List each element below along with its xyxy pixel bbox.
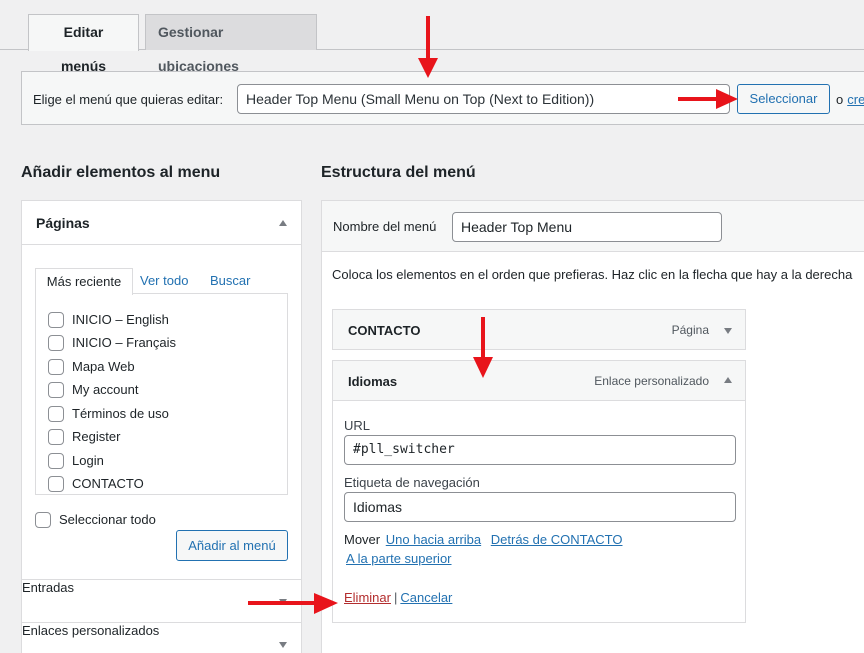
list-item-label: Términos de uso: [72, 406, 169, 421]
collapse-arrow-icon[interactable]: [724, 377, 732, 383]
menu-item-type: Página: [671, 323, 709, 337]
expand-arrow-icon[interactable]: [279, 642, 287, 648]
custom-links-box[interactable]: Enlaces personalizados: [21, 622, 302, 653]
tab-manage-locations[interactable]: Gestionar ubicaciones: [145, 14, 317, 74]
tab-view-all[interactable]: Ver todo: [140, 268, 188, 294]
tab-edit-menus[interactable]: Editar menús: [28, 14, 139, 74]
list-item[interactable]: My account: [48, 381, 138, 399]
divider: [22, 244, 301, 245]
list-item[interactable]: Login: [48, 452, 104, 470]
menu-item-type: Enlace personalizado: [594, 374, 709, 388]
list-item-label: Register: [72, 429, 121, 444]
list-item-label: CONTACTO: [72, 476, 144, 491]
list-item-label: My account: [72, 382, 139, 397]
cancel-link[interactable]: Cancelar: [400, 590, 452, 605]
or-text: o cre: [836, 92, 864, 107]
nav-label-input[interactable]: Idiomas: [344, 492, 736, 522]
menu-item-title: CONTACTO: [348, 323, 421, 338]
annotation-arrow-down-idiomas: [473, 317, 493, 378]
entries-box-title: Entradas: [22, 580, 75, 595]
move-row-2: A la parte superior: [346, 551, 452, 566]
list-item-label: INICIO – English: [72, 312, 169, 327]
move-row: Mover Uno hacia arriba Detrás de CONTACT…: [344, 532, 626, 547]
select-all-label: Seleccionar todo: [59, 512, 156, 527]
pages-box-title[interactable]: Páginas: [36, 215, 90, 231]
pages-checklist[interactable]: INICIO – English INICIO – Français Mapa …: [35, 293, 288, 495]
select-all[interactable]: Seleccionar todo: [35, 511, 156, 529]
list-item[interactable]: Register: [48, 428, 120, 446]
move-after-link[interactable]: Detrás de CONTACTO: [491, 532, 623, 547]
list-item[interactable]: INICIO – Français: [48, 334, 176, 352]
add-items-heading: Añadir elementos al menu: [21, 164, 221, 181]
annotation-arrow-down-select: [418, 16, 438, 78]
create-menu-link[interactable]: cre: [847, 92, 864, 107]
delete-link[interactable]: Eliminar: [344, 590, 391, 605]
checkbox[interactable]: [48, 311, 64, 328]
tab-search[interactable]: Buscar: [210, 268, 250, 294]
list-item[interactable]: Términos de uso: [48, 405, 169, 423]
move-up-link[interactable]: Uno hacia arriba: [386, 532, 481, 547]
checkbox[interactable]: [48, 358, 64, 375]
nav-label-label: Etiqueta de navegación: [344, 475, 480, 490]
move-top-link[interactable]: A la parte superior: [346, 551, 452, 566]
checkbox[interactable]: [48, 334, 64, 351]
item-actions: Eliminar | Cancelar: [344, 590, 452, 605]
select-button[interactable]: Seleccionar: [737, 84, 830, 114]
list-item[interactable]: INICIO – English: [48, 311, 169, 329]
or-label: o: [836, 92, 844, 107]
menu-item-idiomas[interactable]: Idiomas Enlace personalizado: [332, 360, 746, 401]
annotation-arrow-right-select-button: [678, 89, 738, 109]
menu-item-title: Idiomas: [348, 374, 398, 389]
url-label: URL: [344, 418, 371, 433]
checkbox[interactable]: [48, 475, 64, 492]
list-item[interactable]: Mapa Web: [48, 358, 135, 376]
list-item-label: Login: [72, 453, 104, 468]
checkbox[interactable]: [48, 428, 64, 445]
menu-select-label: Elige el menú que quieras editar:: [33, 92, 224, 107]
menu-item-contacto[interactable]: CONTACTO Página: [332, 309, 746, 350]
select-all-checkbox[interactable]: [35, 511, 51, 528]
menu-structure-heading: Estructura del menú: [321, 164, 476, 181]
checkbox[interactable]: [48, 452, 64, 469]
list-item[interactable]: CONTACTO: [48, 475, 144, 493]
menu-name-input[interactable]: Header Top Menu: [452, 212, 722, 242]
custom-links-box-title: Enlaces personalizados: [22, 623, 160, 638]
collapse-arrow-icon[interactable]: [279, 220, 287, 226]
move-label: Mover: [344, 532, 381, 547]
checkbox[interactable]: [48, 405, 64, 422]
checkbox[interactable]: [48, 381, 64, 398]
tab-most-recent[interactable]: Más reciente: [35, 268, 133, 295]
menu-select-dropdown[interactable]: Header Top Menu (Small Menu on Top (Next…: [237, 84, 730, 114]
expand-arrow-icon[interactable]: [724, 328, 732, 334]
menu-instructions: Coloca los elementos en el orden que pre…: [332, 267, 853, 282]
menu-item-settings: URL #pll_switcher Etiqueta de navegación…: [332, 400, 746, 623]
list-item-label: Mapa Web: [72, 359, 135, 374]
menu-name-row: Nombre del menú Header Top Menu: [321, 200, 864, 252]
separator: |: [393, 590, 398, 605]
annotation-arrow-right-delete: [248, 593, 338, 614]
list-item-label: INICIO – Français: [72, 335, 177, 350]
url-input[interactable]: #pll_switcher: [344, 435, 736, 465]
menu-name-label: Nombre del menú: [333, 219, 437, 234]
add-to-menu-button[interactable]: Añadir al menú: [176, 530, 288, 561]
